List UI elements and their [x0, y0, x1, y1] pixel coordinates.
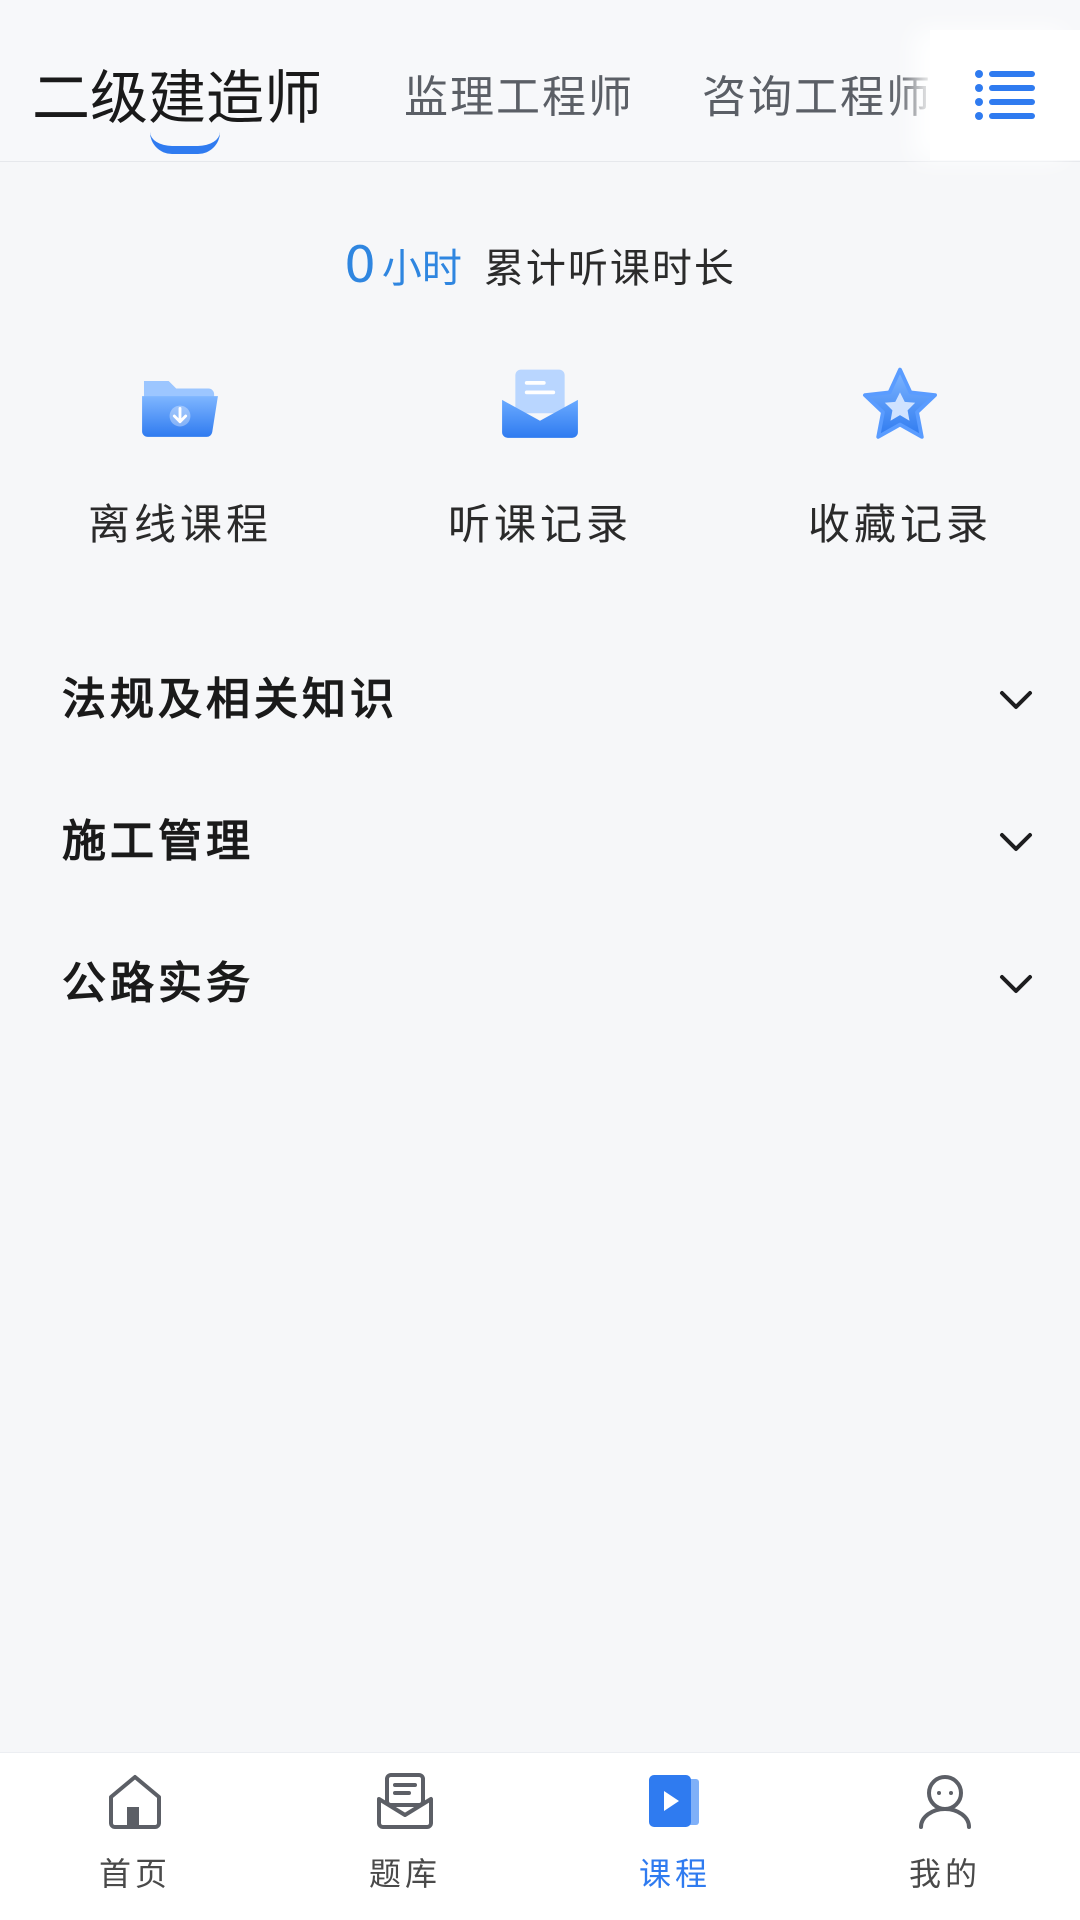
tabs-menu-button[interactable]	[930, 30, 1080, 160]
favorites-records-button[interactable]: 收藏记录	[750, 362, 1050, 552]
subject-highway-practice-label: 公路实务	[62, 958, 254, 1009]
exam-tabs-header: 二级建造师 监理工程师 咨询工程师	[0, 0, 1080, 162]
user-icon	[919, 1775, 971, 1829]
study-hours-caption: 累计听课时长	[483, 246, 736, 292]
course-page: 二级建造师 监理工程师 咨询工程师 0 小时 累计听课时长 离线课程 听课记录 …	[0, 0, 1080, 1920]
tab-consulting-engineer[interactable]: 咨询工程师	[702, 68, 932, 128]
quick-actions: 离线课程 听课记录 收藏记录	[0, 362, 1080, 552]
nav-profile-label: 我的	[908, 1855, 981, 1893]
active-tab-indicator	[150, 132, 220, 154]
bottom-navigation: 首页 题库 课程 我的	[0, 1752, 1080, 1920]
nav-home-label: 首页	[98, 1855, 171, 1893]
nav-home[interactable]: 首页	[35, 1769, 235, 1909]
tab-supervision-engineer[interactable]: 监理工程师	[404, 68, 634, 128]
offline-courses-label: 离线课程	[87, 500, 272, 549]
folder-download-icon	[142, 380, 218, 437]
nav-question-bank-label: 题库	[368, 1855, 441, 1893]
tab-second-class-constructor[interactable]: 二级建造师	[32, 62, 322, 134]
listening-records-button[interactable]: 听课记录	[390, 362, 690, 552]
subject-regulations[interactable]: 法规及相关知识	[0, 640, 1080, 760]
chevron-down-icon	[1000, 833, 1032, 851]
chevron-down-icon	[1000, 691, 1032, 709]
course-play-icon	[649, 1775, 699, 1827]
question-bank-icon	[377, 1773, 433, 1829]
subject-construction-management[interactable]: 施工管理	[0, 782, 1080, 902]
nav-courses[interactable]: 课程	[575, 1769, 775, 1909]
study-hours-unit: 小时	[381, 246, 462, 292]
nav-courses-label: 课程	[638, 1855, 711, 1893]
study-hours-summary: 0 小时 累计听课时长	[0, 236, 1080, 294]
subject-regulations-label: 法规及相关知识	[62, 674, 398, 725]
listening-records-label: 听课记录	[447, 500, 632, 549]
subject-highway-practice[interactable]: 公路实务	[0, 924, 1080, 1044]
home-icon	[109, 1775, 161, 1829]
offline-courses-button[interactable]: 离线课程	[30, 362, 330, 552]
favorites-records-label: 收藏记录	[807, 500, 992, 549]
nav-question-bank[interactable]: 题库	[305, 1769, 505, 1909]
subject-construction-management-label: 施工管理	[62, 816, 254, 867]
chevron-down-icon	[1000, 975, 1032, 993]
study-hours-value: 0	[344, 236, 376, 294]
mail-record-icon	[502, 369, 578, 438]
list-menu-icon	[975, 70, 1035, 120]
star-icon	[863, 367, 937, 439]
nav-profile[interactable]: 我的	[845, 1769, 1045, 1909]
